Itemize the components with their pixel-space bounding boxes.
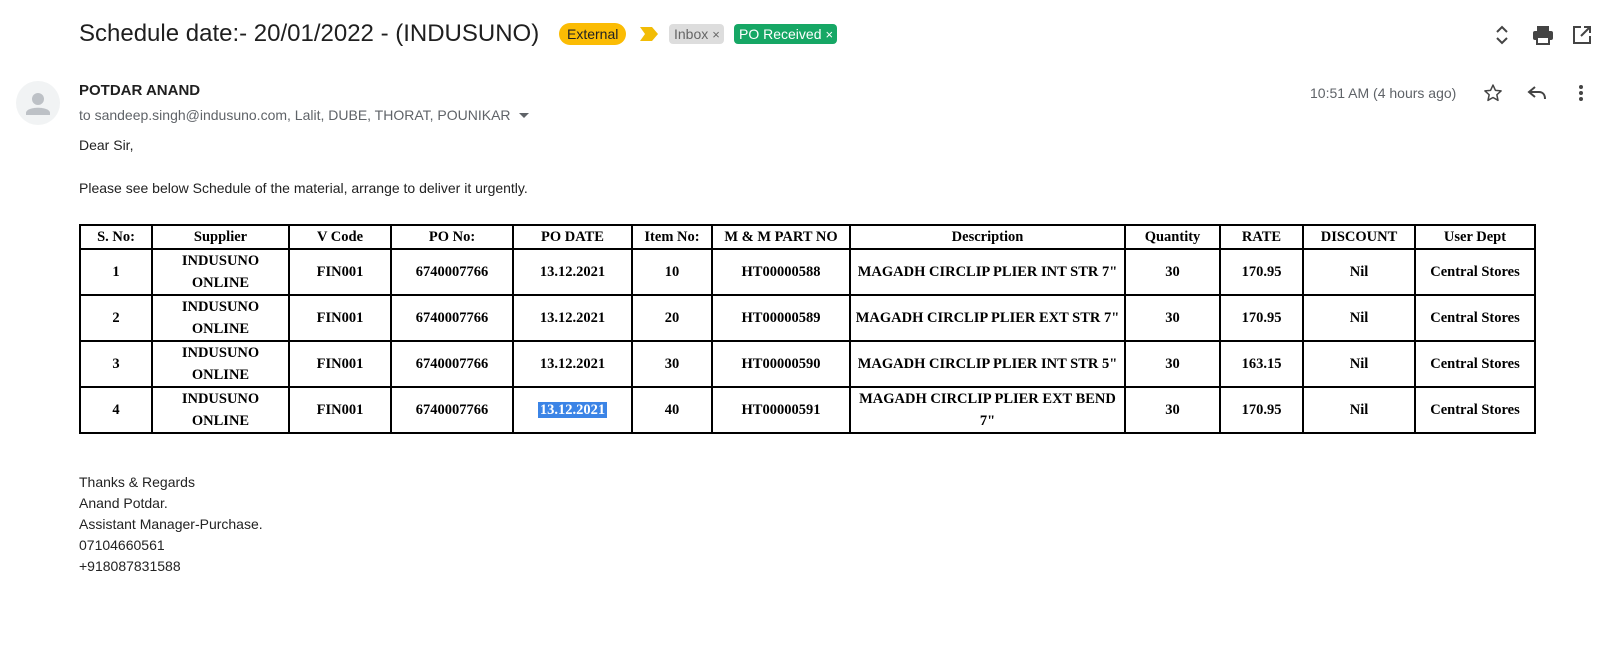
inbox-label[interactable]: Inbox × <box>669 24 724 44</box>
cell-description: MAGADH CIRCLIP PLIER EXT STR 7" <box>849 294 1126 342</box>
open-in-new-window-icon[interactable] <box>1569 22 1595 48</box>
cell-supplier: INDUSUNO ONLINE <box>151 386 290 434</box>
header-rate: RATE <box>1219 224 1304 250</box>
cell-description: MAGADH CIRCLIP PLIER INT STR 7" <box>849 248 1126 296</box>
cell-item-no: 40 <box>631 386 713 434</box>
cell-user-dept: Central Stores <box>1414 340 1536 388</box>
importance-marker-icon[interactable] <box>640 27 658 41</box>
cell-serial-no: 4 <box>79 386 153 434</box>
chevron-down-icon[interactable] <box>518 112 529 118</box>
cell-po-number: 6740007766 <box>390 294 514 342</box>
cell-description: MAGADH CIRCLIP PLIER INT STR 5" <box>849 340 1126 388</box>
cell-item-no: 20 <box>631 294 713 342</box>
cell-discount: Nil <box>1302 386 1416 434</box>
cell-discount: Nil <box>1302 248 1416 296</box>
inbox-label-text: Inbox <box>674 26 709 42</box>
greeting: Dear Sir, <box>79 137 134 153</box>
cell-serial-no: 2 <box>79 294 153 342</box>
schedule-table: S. No: Supplier V Code PO No: PO DATE It… <box>79 224 1536 434</box>
cell-discount: Nil <box>1302 294 1416 342</box>
cell-po-number: 6740007766 <box>390 248 514 296</box>
header-description: Description <box>849 224 1126 250</box>
header-quantity: Quantity <box>1124 224 1221 250</box>
signature-phone-2: +918087831588 <box>79 558 181 574</box>
po-received-label-text: PO Received <box>739 26 822 42</box>
table-row: 2 INDUSUNO ONLINE FIN001 6740007766 13.1… <box>79 294 1536 342</box>
cell-vendor-code: FIN001 <box>288 294 392 342</box>
cell-discount: Nil <box>1302 340 1416 388</box>
header-supplier: Supplier <box>151 224 290 250</box>
cell-part-no: HT00000588 <box>711 248 851 296</box>
cell-rate: 170.95 <box>1219 248 1304 296</box>
cell-vendor-code: FIN001 <box>288 340 392 388</box>
remove-po-received-label-icon[interactable]: × <box>825 27 833 42</box>
signature-name: Anand Potdar. <box>79 495 168 511</box>
cell-rate: 170.95 <box>1219 294 1304 342</box>
header-po-number: PO No: <box>390 224 514 250</box>
cell-quantity: 30 <box>1124 386 1221 434</box>
cell-user-dept: Central Stores <box>1414 294 1536 342</box>
header-po-date: PO DATE <box>512 224 633 250</box>
cell-supplier: INDUSUNO ONLINE <box>151 248 290 296</box>
signature-phone-1: 07104660561 <box>79 537 165 553</box>
cell-quantity: 30 <box>1124 340 1221 388</box>
cell-po-date: 13.12.2021 <box>512 340 633 388</box>
body-message: Please see below Schedule of the materia… <box>79 180 528 196</box>
table-row: 3 INDUSUNO ONLINE FIN001 6740007766 13.1… <box>79 340 1536 388</box>
cell-user-dept: Central Stores <box>1414 248 1536 296</box>
cell-rate: 170.95 <box>1219 386 1304 434</box>
star-icon[interactable] <box>1480 80 1506 106</box>
cell-serial-no: 1 <box>79 248 153 296</box>
avatar-icon[interactable] <box>16 81 60 125</box>
email-subject: Schedule date:- 20/01/2022 - (INDUSUNO) <box>79 20 540 47</box>
header-vendor-code: V Code <box>288 224 392 250</box>
cell-user-dept: Central Stores <box>1414 386 1536 434</box>
signature-closing: Thanks & Regards <box>79 474 195 490</box>
recipients-text: to sandeep.singh@indusuno.com, Lalit, DU… <box>79 107 511 123</box>
reply-icon[interactable] <box>1524 80 1550 106</box>
cell-vendor-code: FIN001 <box>288 386 392 434</box>
expand-all-icon[interactable] <box>1489 22 1515 48</box>
po-received-label[interactable]: PO Received × <box>734 24 838 44</box>
cell-po-date: 13.12.2021 <box>512 248 633 296</box>
recipients-line[interactable]: to sandeep.singh@indusuno.com, Lalit, DU… <box>79 105 529 125</box>
cell-description: MAGADH CIRCLIP PLIER EXT BEND 7" <box>849 386 1126 434</box>
cell-part-no: HT00000591 <box>711 386 851 434</box>
cell-part-no: HT00000589 <box>711 294 851 342</box>
table-row: 1 INDUSUNO ONLINE FIN001 6740007766 13.1… <box>79 248 1536 296</box>
header-user-dept: User Dept <box>1414 224 1536 250</box>
header-item-no: Item No: <box>631 224 713 250</box>
cell-item-no: 30 <box>631 340 713 388</box>
cell-item-no: 10 <box>631 248 713 296</box>
signature-title: Assistant Manager-Purchase. <box>79 516 263 532</box>
header-part-no: M & M PART NO <box>711 224 851 250</box>
cell-part-no: HT00000590 <box>711 340 851 388</box>
table-header-row: S. No: Supplier V Code PO No: PO DATE It… <box>79 224 1536 250</box>
header-discount: DISCOUNT <box>1302 224 1416 250</box>
cell-po-number: 6740007766 <box>390 340 514 388</box>
cell-supplier: INDUSUNO ONLINE <box>151 294 290 342</box>
selected-text-highlight[interactable]: 13.12.2021 <box>537 402 608 418</box>
cell-supplier: INDUSUNO ONLINE <box>151 340 290 388</box>
email-timestamp: 10:51 AM (4 hours ago) <box>1310 85 1457 101</box>
cell-po-date: 13.12.2021 <box>512 294 633 342</box>
cell-serial-no: 3 <box>79 340 153 388</box>
header-serial-no: S. No: <box>79 224 153 250</box>
cell-po-number: 6740007766 <box>390 386 514 434</box>
cell-quantity: 30 <box>1124 248 1221 296</box>
more-vert-icon[interactable] <box>1568 80 1594 106</box>
cell-quantity: 30 <box>1124 294 1221 342</box>
table-row: 4 INDUSUNO ONLINE FIN001 6740007766 13.1… <box>79 386 1536 434</box>
cell-rate: 163.15 <box>1219 340 1304 388</box>
cell-vendor-code: FIN001 <box>288 248 392 296</box>
cell-po-date[interactable]: 13.12.2021 <box>512 386 633 434</box>
print-icon[interactable] <box>1530 22 1556 48</box>
sender-name[interactable]: POTDAR ANAND <box>79 81 200 101</box>
remove-inbox-label-icon[interactable]: × <box>712 27 720 42</box>
external-label: External <box>559 23 627 45</box>
